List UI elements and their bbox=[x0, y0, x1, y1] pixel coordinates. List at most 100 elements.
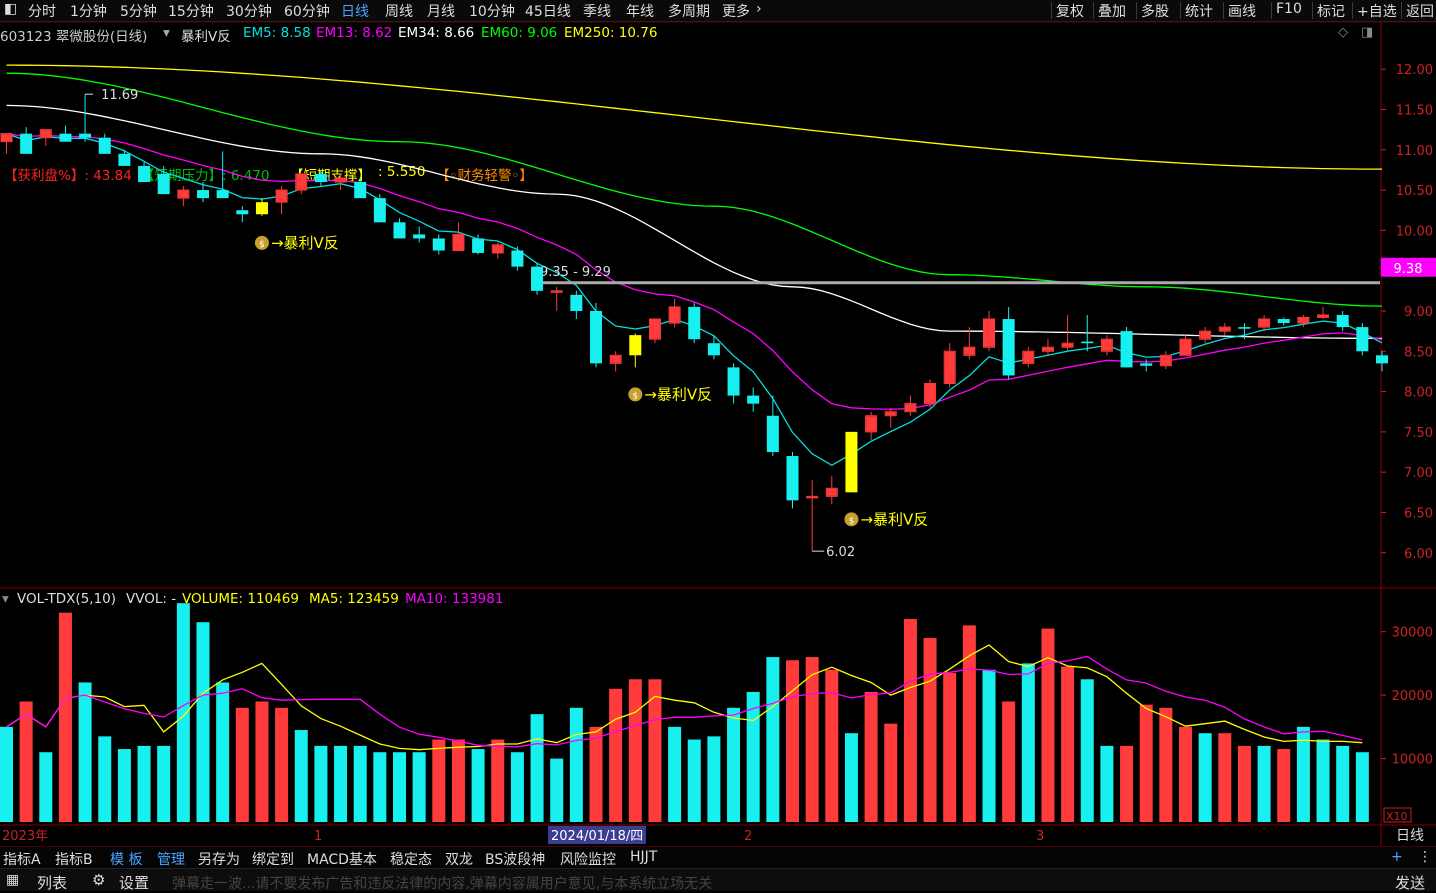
tool-button-6[interactable]: 标记 bbox=[1317, 1, 1345, 21]
candle-body bbox=[570, 294, 583, 311]
current-price-tag: 9.38 bbox=[1394, 262, 1423, 277]
candle-body bbox=[1061, 342, 1074, 348]
volume-bar bbox=[844, 733, 858, 822]
candle-body bbox=[491, 244, 504, 254]
gear-icon[interactable]: ⚙ bbox=[92, 871, 105, 889]
volume-bar bbox=[825, 669, 839, 822]
volume-bar bbox=[727, 707, 741, 822]
candle-body-fill bbox=[1318, 315, 1329, 317]
candle-body bbox=[236, 210, 249, 215]
candle-body-fill bbox=[669, 307, 680, 323]
volume-value: VOLUME: 110469 bbox=[182, 591, 299, 607]
candle-body bbox=[963, 346, 976, 356]
candle-body bbox=[668, 306, 681, 324]
window-toggle-icon[interactable]: ◨ bbox=[1361, 25, 1373, 40]
volume-bar bbox=[58, 612, 72, 822]
volume-bar bbox=[1061, 666, 1075, 822]
indicator-tab-11[interactable]: HJJT bbox=[630, 849, 657, 865]
volume-dropdown-icon[interactable]: ▾ bbox=[2, 591, 9, 607]
kline-chart[interactable]: 12.00 11.50 11.00 10.50 10.00 9.50 9.00 8.50 8.0… bbox=[0, 0, 1436, 846]
volume-indicator-name[interactable]: VOL-TDX(5,10) bbox=[17, 591, 116, 607]
ma10-value: MA10: 133981 bbox=[405, 591, 504, 607]
volume-bar bbox=[1257, 745, 1271, 822]
tool-button-8[interactable]: 返回 bbox=[1406, 1, 1434, 21]
diamond-icon[interactable]: ◇ bbox=[1338, 25, 1348, 40]
indicator-tab-1[interactable]: 指标B bbox=[55, 849, 93, 869]
volume-bar bbox=[1159, 707, 1173, 822]
volume-bar bbox=[78, 682, 92, 822]
candle-body bbox=[786, 456, 799, 501]
tool-button-3[interactable]: 统计 bbox=[1185, 1, 1213, 21]
candle-body bbox=[943, 350, 956, 385]
profit-ratio: 【获利盘%】: 43.84 bbox=[4, 168, 132, 184]
volume-bar bbox=[1100, 745, 1114, 822]
candle-body-fill bbox=[453, 234, 464, 251]
candle-body bbox=[79, 133, 92, 138]
price-tick-label: 10.00 bbox=[1396, 224, 1433, 239]
tool-button-5[interactable]: F10 bbox=[1276, 1, 1302, 17]
period-tab-12[interactable]: 年线 bbox=[626, 1, 654, 21]
panel-toggle-icon[interactable]: ◧ bbox=[4, 1, 17, 17]
volume-bar bbox=[864, 691, 878, 822]
dropdown-icon[interactable]: ▾ bbox=[163, 25, 170, 41]
indicator-tab-7[interactable]: 稳定态 bbox=[390, 849, 432, 869]
volume-bar bbox=[393, 752, 406, 822]
chevron-right-icon[interactable]: › bbox=[756, 1, 762, 17]
stock-title: 603123 翠微股份(日线) bbox=[0, 29, 148, 45]
tool-button-4[interactable]: 画线 bbox=[1228, 1, 1256, 21]
add-tab-button[interactable]: + bbox=[1391, 849, 1403, 865]
volume-ma10-line bbox=[6, 655, 1363, 748]
vvol-value: VVOL: - bbox=[126, 591, 177, 607]
period-tab-6[interactable]: 日线 bbox=[341, 1, 369, 21]
indicator-tab-2[interactable]: 模 板 bbox=[110, 849, 142, 869]
period-tab-5[interactable]: 60分钟 bbox=[284, 1, 330, 21]
period-tab-13[interactable]: 多周期 bbox=[668, 1, 710, 21]
period-tab-14[interactable]: 更多 bbox=[722, 1, 750, 21]
indicator-tab-6[interactable]: MACD基本 bbox=[307, 849, 377, 869]
volume-tick-label: 30000 bbox=[1392, 626, 1433, 641]
cursor-date-box bbox=[548, 826, 646, 844]
candle-body bbox=[511, 250, 524, 267]
period-tab-10[interactable]: 45日线 bbox=[525, 1, 571, 21]
period-tab-11[interactable]: 季线 bbox=[583, 1, 611, 21]
period-tab-2[interactable]: 5分钟 bbox=[120, 1, 157, 21]
volume-bar bbox=[766, 657, 780, 822]
period-tab-4[interactable]: 30分钟 bbox=[226, 1, 272, 21]
volume-bar bbox=[589, 726, 603, 822]
period-tab-8[interactable]: 月线 bbox=[427, 1, 455, 21]
indicator-tab-8[interactable]: 双龙 bbox=[445, 849, 473, 869]
indicator-tab-10[interactable]: 风险监控 bbox=[560, 849, 616, 869]
tool-button-0[interactable]: 复权 bbox=[1056, 1, 1084, 21]
candle-body-fill bbox=[1219, 327, 1230, 331]
volume-bar bbox=[216, 682, 230, 822]
period-tab-1[interactable]: 1分钟 bbox=[70, 1, 107, 21]
list-icon[interactable]: ▦ bbox=[6, 872, 19, 888]
xaxis-label: 1 bbox=[314, 829, 322, 844]
volume-tick-label: 20000 bbox=[1392, 689, 1433, 704]
period-tab-9[interactable]: 10分钟 bbox=[469, 1, 515, 21]
indicator-tab-0[interactable]: 指标A bbox=[3, 849, 41, 869]
candle-body bbox=[1376, 355, 1388, 364]
indicator-name[interactable]: 暴利V反 bbox=[181, 25, 231, 45]
indicator-tab-3[interactable]: 管理 bbox=[157, 849, 185, 869]
indicator-tab-5[interactable]: 绑定到 bbox=[252, 849, 294, 869]
indicator-tab-4[interactable]: 另存为 bbox=[198, 849, 240, 869]
period-tab-3[interactable]: 15分钟 bbox=[168, 1, 214, 21]
danmaku-input[interactable]: 弹幕走一波...请不要发布广告和违反法律的内容,弹幕内容属用户意见,与本系统立场… bbox=[172, 873, 712, 893]
volume-bar bbox=[373, 752, 387, 822]
volume-bar bbox=[451, 739, 465, 822]
volume-bar bbox=[569, 707, 583, 822]
indicator-tab-9[interactable]: BS波段神 bbox=[485, 849, 545, 869]
tool-button-1[interactable]: 叠加 bbox=[1098, 1, 1126, 21]
price-tick-label: 11.00 bbox=[1396, 144, 1433, 159]
low-price-label: 6.02 bbox=[826, 545, 855, 560]
more-icon[interactable]: ⋮ bbox=[1418, 849, 1432, 865]
tool-button-2[interactable]: 多股 bbox=[1141, 1, 1169, 21]
candle-body-fill bbox=[1, 134, 12, 142]
tool-button-7[interactable]: +自选 bbox=[1357, 1, 1397, 21]
period-tab-7[interactable]: 周线 bbox=[385, 1, 413, 21]
ma-legend-0: EM5: 8.58 bbox=[243, 25, 311, 41]
candle-body bbox=[1218, 326, 1231, 332]
period-tab-0[interactable]: 分时 bbox=[28, 1, 56, 21]
candle-body-fill bbox=[1298, 317, 1309, 323]
